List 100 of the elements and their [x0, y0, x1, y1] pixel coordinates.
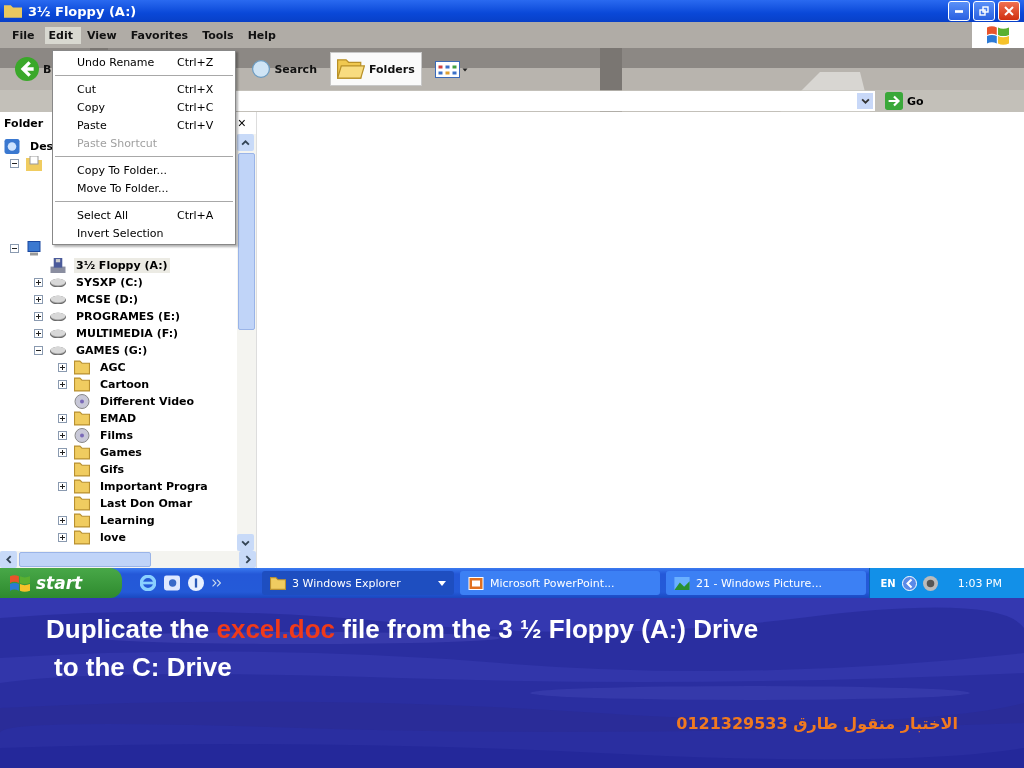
- tree-item[interactable]: SYSXP (C:): [74, 275, 145, 290]
- tree-item[interactable]: Different Video: [98, 394, 197, 409]
- menu-item[interactable]: Copy To Folder...: [53, 161, 235, 179]
- expand-icon[interactable]: [34, 295, 43, 304]
- expand-icon[interactable]: [34, 329, 43, 338]
- folder-icon: [74, 360, 90, 375]
- clock: 1:03 PM: [957, 576, 1002, 590]
- search-button[interactable]: Search: [245, 52, 324, 86]
- expand-icon[interactable]: [58, 363, 67, 372]
- drive-icon: [50, 278, 66, 287]
- folder-icon: [74, 462, 90, 477]
- image-icon: [674, 576, 690, 590]
- expand-icon[interactable]: [58, 380, 67, 389]
- tree-item[interactable]: GAMES (G:): [74, 343, 150, 358]
- expand-icon[interactable]: [58, 414, 67, 423]
- tree-item[interactable]: EMAD: [98, 411, 139, 426]
- caret-icon: [438, 580, 446, 586]
- menu-item[interactable]: Cut Ctrl+X: [53, 80, 235, 98]
- windows-logo-icon: [10, 574, 30, 592]
- menu-item[interactable]: Paste Ctrl+V: [53, 116, 235, 134]
- menu-item[interactable]: Favorites: [126, 26, 197, 44]
- tree-item[interactable]: love: [98, 530, 128, 545]
- menu-item[interactable]: Invert Selection: [53, 224, 235, 242]
- taskbar-button[interactable]: 21 - Windows Picture...: [666, 571, 866, 595]
- desktop-icon: [4, 139, 20, 154]
- tree-item[interactable]: MCSE (D:): [74, 292, 141, 307]
- tree-item[interactable]: Cartoon: [98, 377, 152, 392]
- expand-icon[interactable]: [58, 516, 67, 525]
- tree-item[interactable]: Games: [98, 445, 144, 460]
- slide-footer: الاختبار منقول طارق 0121329533: [676, 714, 958, 733]
- horizontal-scrollbar[interactable]: [0, 551, 256, 568]
- collapse-icon[interactable]: [10, 244, 19, 253]
- expand-icon[interactable]: [34, 312, 43, 321]
- expand-icon[interactable]: [58, 482, 67, 491]
- folder-icon: [74, 530, 90, 545]
- close-button[interactable]: ×: [235, 116, 248, 130]
- tree-item[interactable]: Gifs: [98, 462, 127, 477]
- chevron-icon[interactable]: [212, 579, 221, 587]
- close-button[interactable]: [998, 1, 1020, 21]
- slide-caption: Duplicate the excel.doc file from the 3 ½ Floppy (A:) Drive to the C: Drive: [46, 613, 760, 684]
- menu-item[interactable]: Copy Ctrl+C: [53, 98, 235, 116]
- address-field[interactable]: [235, 91, 875, 111]
- tree-item[interactable]: Des: [28, 139, 56, 154]
- collapse-icon[interactable]: [10, 159, 19, 168]
- arrow-icon: [885, 92, 903, 110]
- taskbar-button[interactable]: Microsoft PowerPoint...: [460, 571, 660, 595]
- computer-icon: [26, 241, 42, 256]
- go-button[interactable]: Go: [881, 92, 928, 110]
- folder-icon: [74, 411, 90, 426]
- restore-button[interactable]: [973, 1, 995, 21]
- pane-title: Folder: [4, 116, 44, 130]
- minimize-icon: [955, 9, 963, 13]
- menu-item[interactable]: Help: [243, 26, 284, 44]
- close-icon: [1004, 6, 1014, 16]
- folder-icon: [74, 377, 90, 392]
- drive-icon: [50, 346, 66, 355]
- speaker-icon[interactable]: [922, 575, 938, 591]
- menu-item[interactable]: Undo Rename Ctrl+Z: [53, 53, 235, 71]
- expand-icon[interactable]: [34, 278, 43, 287]
- tree-item[interactable]: AGC: [98, 360, 128, 375]
- tree-item[interactable]: Important Progra: [98, 479, 210, 494]
- menu-item[interactable]: Select All Ctrl+A: [53, 206, 235, 224]
- expand-icon[interactable]: [58, 448, 67, 457]
- start-button[interactable]: start: [0, 568, 122, 598]
- floppy-drive-icon: [50, 258, 66, 273]
- tree-item[interactable]: Films: [98, 428, 136, 443]
- disc-icon: [74, 428, 90, 443]
- messenger-icon[interactable]: [188, 575, 204, 591]
- expand-icon[interactable]: [58, 533, 67, 542]
- windows-logo-icon: [987, 25, 1009, 45]
- tree-item[interactable]: PROGRAMES (E:): [74, 309, 183, 324]
- menu-item[interactable]: Tools: [198, 26, 242, 44]
- presentation-icon: [468, 576, 484, 590]
- vertical-scrollbar[interactable]: [237, 134, 256, 551]
- minimize-button[interactable]: [948, 1, 970, 21]
- menu-item[interactable]: View: [82, 26, 125, 44]
- folder-icon: [74, 496, 90, 511]
- expand-icon[interactable]: [58, 431, 67, 440]
- search-icon: [252, 60, 271, 78]
- collapse-icon[interactable]: [34, 346, 43, 355]
- dropdown-button[interactable]: [857, 93, 873, 109]
- taskbar-button[interactable]: 3 Windows Explorer: [262, 571, 454, 595]
- folder-icon: [74, 445, 90, 460]
- tree-item[interactable]: 3½ Floppy (A:): [74, 258, 170, 273]
- folder-icon: [270, 576, 286, 590]
- caret-icon: [860, 98, 870, 104]
- browser-icon[interactable]: [140, 575, 156, 591]
- tree-item[interactable]: Learning: [98, 513, 157, 528]
- desktop-icon[interactable]: [164, 575, 180, 591]
- tree-item[interactable]: Last Don Omar: [98, 496, 195, 511]
- folder-icon: [26, 156, 42, 171]
- restore-icon: [979, 6, 989, 16]
- menu-item[interactable]: File: [8, 26, 43, 44]
- folder-icon: [74, 479, 90, 494]
- disc-icon: [74, 394, 90, 409]
- folders-button[interactable]: Folders: [330, 52, 422, 86]
- menu-item[interactable]: Move To Folder...: [53, 179, 235, 197]
- drive-icon: [50, 295, 66, 304]
- tree-item[interactable]: MULTIMEDIA (F:): [74, 326, 181, 341]
- drive-icon: [50, 329, 66, 338]
